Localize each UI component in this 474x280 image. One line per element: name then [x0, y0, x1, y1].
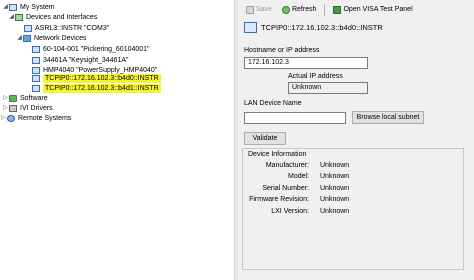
expand-arrow-icon[interactable]: ▷ [2, 104, 9, 113]
model-value: Unknown [320, 173, 350, 180]
lxi-version-label: LXI Version: [271, 208, 309, 215]
refresh-label: Refresh [291, 6, 317, 13]
open-visa-label: Open VISA Test Panel [343, 6, 413, 13]
instrument-icon [32, 46, 40, 53]
save-button[interactable]: Save [244, 3, 274, 16]
tree-item-label: Network Devices [34, 35, 87, 42]
serial-number-value: Unknown [320, 185, 350, 192]
computer-icon [9, 4, 17, 11]
actual-ip-label: Actual IP address [288, 73, 343, 80]
tree-item-remote-systems[interactable]: ▷ Remote Systems [0, 114, 71, 123]
remote-systems-icon [7, 115, 15, 122]
resource-header: TCPIP0::172.16.102.3::b4d0::INSTR [244, 22, 383, 33]
tree-item-device[interactable]: TCPIP0::172.16.102.3::b4d1::INSTR [32, 84, 161, 93]
refresh-button[interactable]: Refresh [280, 3, 319, 16]
tree-item-software[interactable]: ▷ Software [2, 94, 48, 103]
instrument-icon [32, 85, 40, 92]
manufacturer-value: Unknown [320, 162, 350, 169]
validate-button[interactable]: Validate [244, 132, 286, 145]
tree-item-label: 60-104-001 "Pickering_60104001" [43, 46, 150, 53]
tree-item-label: TCPIP0::172.16.102.3::b4d1::INSTR [43, 84, 161, 93]
driver-icon [9, 105, 17, 112]
devices-icon [15, 14, 23, 21]
serial-port-icon [24, 25, 32, 32]
tree-item-device-selected[interactable]: TCPIP0::172.16.102.3::b4d0::INSTR [32, 74, 161, 83]
tree-item-devices-and-interfaces[interactable]: ◢ Devices and Interfaces [8, 13, 97, 22]
save-icon [246, 5, 254, 14]
tree-item-label: IVI Drivers [20, 105, 53, 112]
lxi-version-value: Unknown [320, 208, 350, 215]
tree-item-label: My System [20, 4, 55, 11]
tree-item-label: ASRL3::INSTR "COM3" [35, 25, 110, 32]
expand-arrow-icon[interactable]: ▷ [0, 114, 7, 123]
hostname-input[interactable]: 172.16.102.3 [244, 57, 368, 69]
open-visa-test-panel-button[interactable]: Open VISA Test Panel [331, 3, 414, 16]
collapse-arrow-icon[interactable]: ◢ [2, 3, 9, 12]
collapse-arrow-icon[interactable]: ◢ [8, 13, 15, 22]
serial-number-label: Serial Number: [262, 185, 309, 192]
properties-pane: Save Refresh Open VISA Test Panel TCPIP0… [238, 0, 474, 280]
lan-device-name-label: LAN Device Name [244, 100, 302, 107]
instrument-icon [32, 75, 40, 82]
expand-arrow-icon[interactable]: ▷ [2, 94, 9, 103]
tree-item-device[interactable]: 34461A "Keysight_34461A" [32, 56, 129, 65]
firmware-revision-value: Unknown [320, 196, 350, 203]
instrument-icon [32, 57, 40, 64]
network-device-icon [244, 22, 257, 33]
instrument-icon [32, 67, 40, 74]
tree-item-ivi-drivers[interactable]: ▷ IVI Drivers [2, 104, 53, 113]
tree-item-device[interactable]: 60-104-001 "Pickering_60104001" [32, 45, 150, 54]
tree-item-label: 34461A "Keysight_34461A" [43, 57, 129, 64]
lan-device-name-input[interactable] [244, 112, 346, 124]
tree-item-label: Devices and Interfaces [26, 14, 98, 21]
software-icon [9, 95, 17, 102]
actual-ip-field: Unknown [288, 82, 368, 94]
toolbar: Save Refresh Open VISA Test Panel [238, 0, 474, 19]
tree-item-label: Remote Systems [18, 115, 72, 122]
browse-local-subnet-button[interactable]: Browse local subnet [352, 111, 424, 124]
model-label: Model: [287, 173, 309, 180]
device-information-title: Device Information [248, 151, 307, 158]
test-panel-icon [333, 5, 342, 14]
firmware-revision-label: Firmware Revision: [249, 196, 309, 203]
configuration-tree[interactable]: ◢ My System ◢ Devices and Interfaces ASR… [0, 0, 234, 280]
tree-item-asrl3[interactable]: ASRL3::INSTR "COM3" [24, 24, 109, 33]
collapse-arrow-icon[interactable]: ◢ [16, 34, 23, 43]
refresh-icon [281, 5, 290, 14]
tree-item-label: Software [20, 95, 48, 102]
network-icon [23, 35, 31, 42]
tree-item-network-devices[interactable]: ◢ Network Devices [16, 34, 87, 43]
toolbar-separator [324, 3, 326, 16]
hostname-label: Hostname or IP address [244, 47, 320, 54]
resource-name: TCPIP0::172.16.102.3::b4d0::INSTR [261, 23, 383, 32]
tree-item-label: TCPIP0::172.16.102.3::b4d0::INSTR [43, 74, 161, 83]
manufacturer-label: Manufacturer: [265, 162, 309, 169]
tree-item-my-system[interactable]: ◢ My System [2, 3, 55, 12]
save-label: Save [256, 6, 272, 13]
